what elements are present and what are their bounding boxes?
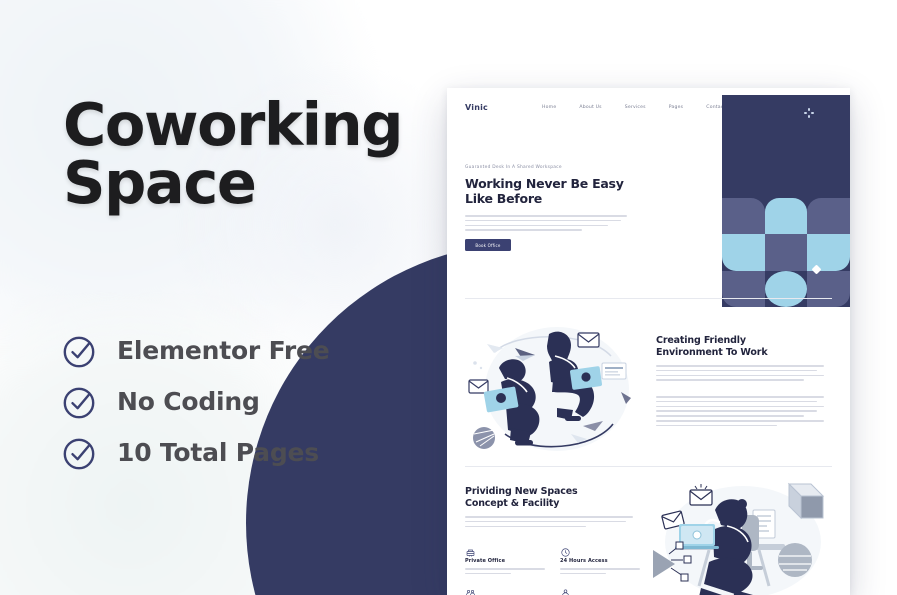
feature-title: Private Office (465, 558, 506, 564)
office-desk-icon (465, 543, 476, 557)
environment-heading: Creating Friendly Environment To Work (656, 335, 768, 359)
section-divider (465, 298, 832, 299)
feature-label: No Coding (117, 387, 260, 416)
nav-item-about-us[interactable]: About Us (579, 105, 601, 110)
two-people-with-laptops-illustration (461, 316, 647, 456)
feature-list: Elementor Free No Coding 10 Total Pages (63, 325, 403, 478)
environment-paragraph-2: Lorem ipsum dolor sit amet, consectetur … (656, 396, 824, 429)
list-item: 10 Total Pages (63, 427, 403, 478)
promo-canvas: Coworking Space Elementor Free No Coding (0, 0, 897, 595)
nav-item-pages[interactable]: Pages (669, 105, 684, 110)
list-item: Private Office Lorem ipsum dolor sit ame… (465, 543, 545, 578)
four-dot-icon (804, 108, 814, 118)
check-circle-icon (63, 436, 97, 470)
check-circle-icon (63, 334, 97, 368)
list-item: Elementor Free (63, 325, 403, 376)
page-title: Coworking Space (63, 90, 403, 217)
hero-graphic-panel (722, 95, 850, 307)
feature-title: 24 Hours Access (560, 558, 608, 564)
feature-label: 10 Total Pages (117, 438, 319, 467)
nav-item-home[interactable]: Home (542, 105, 556, 110)
section-divider (465, 466, 832, 467)
list-item: No Coding (63, 376, 403, 427)
book-office-button[interactable]: Book Office (465, 239, 511, 251)
promo-text-column: Coworking Space (63, 90, 413, 217)
hero-body-text: Lorem ipsum dolor sit amet, consectetur … (465, 215, 627, 234)
spaces-feature-grid: Private Office Lorem ipsum dolor sit ame… (465, 543, 641, 595)
geometric-pattern (722, 198, 850, 307)
website-mockup-preview: Vinic Home About Us Services Pages Conta… (447, 88, 850, 595)
feature-label: Elementor Free (117, 336, 330, 365)
nav-item-services[interactable]: Services (625, 105, 646, 110)
list-item: 24 Hours Access Lorem ipsum dolor sit am… (560, 543, 640, 578)
environment-paragraph-1: Lorem ipsum dolor sit amet, consectetur … (656, 365, 824, 384)
clock-icon (560, 543, 571, 557)
hero-heading: Working Never Be Easy Like Before (465, 176, 624, 207)
community-icon (560, 584, 571, 595)
list-item (465, 584, 545, 595)
brand-logo: Vinic (465, 103, 488, 112)
spaces-heading: Prividing New Spaces Concept & Facility (465, 486, 578, 510)
spaces-paragraph: Lorem ipsum dolor sit amet, consectetur … (465, 516, 633, 530)
nav-menu: Home About Us Services Pages Contact Us (542, 105, 733, 110)
hero-eyebrow: Guaranted Desk In A Shared Workspace (465, 165, 562, 170)
list-item (560, 584, 640, 595)
check-circle-icon (63, 385, 97, 419)
meeting-room-icon (465, 584, 476, 595)
person-at-desk-illustration (643, 476, 838, 595)
